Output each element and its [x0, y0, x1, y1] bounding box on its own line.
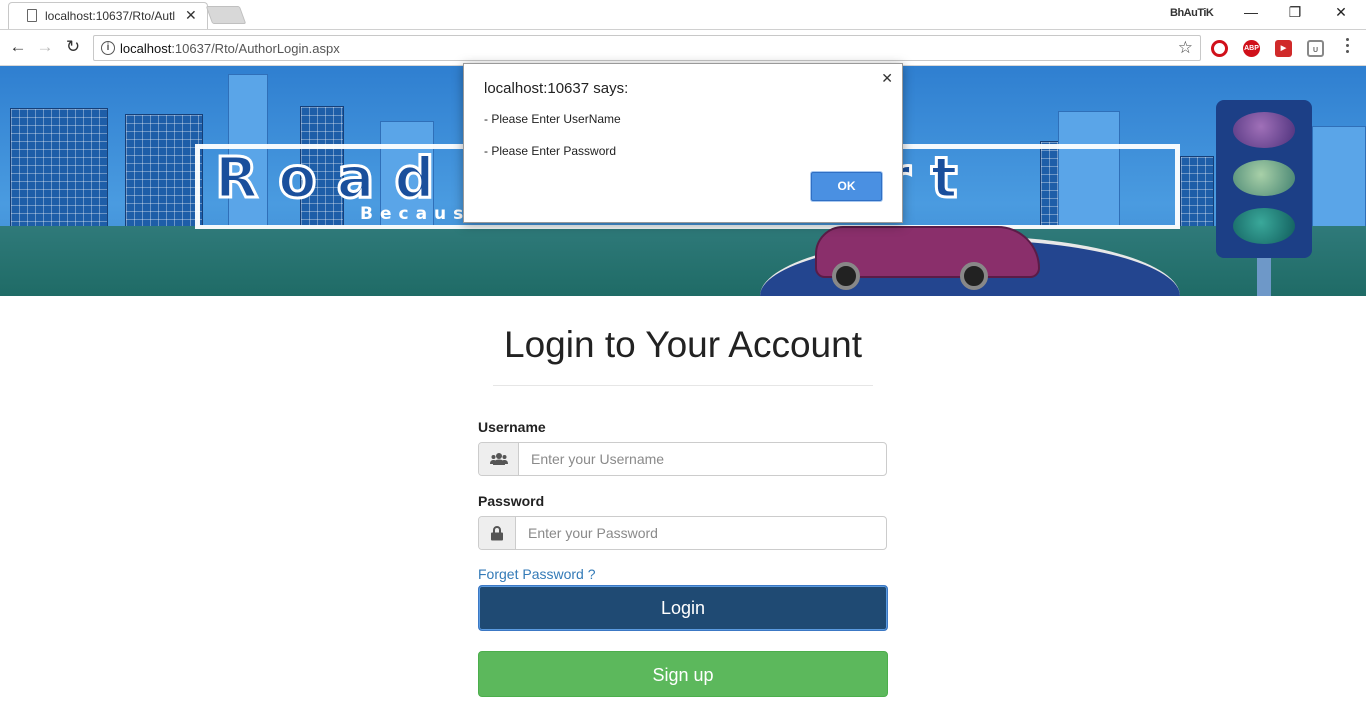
password-group [478, 516, 887, 550]
traffic-light [1216, 100, 1312, 258]
login-button[interactable]: Login [478, 585, 888, 631]
forward-icon[interactable]: → [34, 37, 56, 57]
page-icon [27, 9, 37, 22]
building [125, 114, 203, 238]
menu-icon[interactable] [1346, 38, 1350, 56]
username-group [478, 442, 887, 476]
username-label: Username [478, 419, 546, 435]
password-input[interactable] [516, 517, 886, 549]
password-label: Password [478, 493, 545, 509]
building [1312, 126, 1366, 238]
green-lamp [1233, 208, 1295, 244]
browser-tab[interactable]: localhost:10637/Rto/Autl ✕ [8, 2, 208, 29]
tab-strip: localhost:10637/Rto/Autl ✕ BhAuTiK — ❐ ✕ [0, 0, 1366, 29]
bookmark-star-icon[interactable]: ☆ [1178, 38, 1193, 58]
page-title: Login to Your Account [504, 324, 862, 365]
car-wheel [832, 262, 860, 290]
adblock-icon[interactable]: ABP [1243, 40, 1260, 57]
ok-button[interactable]: OK [811, 172, 882, 201]
dialog-title: localhost:10637 says: [484, 80, 629, 97]
building [10, 108, 108, 238]
close-window-icon[interactable]: ✕ [1326, 4, 1356, 21]
reload-icon[interactable]: ↻ [62, 37, 84, 57]
tab-title: localhost:10637/Rto/Autl [45, 9, 176, 23]
forget-password-link[interactable]: Forget Password ? [478, 566, 596, 582]
tab-close-icon[interactable]: ✕ [185, 7, 197, 24]
minimize-icon[interactable]: — [1236, 4, 1266, 20]
car-wheel [960, 262, 988, 290]
browser-toolbar: ← → ↻ i localhost:10637/Rto/AuthorLogin.… [0, 29, 1366, 66]
profile-name[interactable]: BhAuTiK [1170, 7, 1214, 19]
divider [493, 385, 873, 386]
restore-icon[interactable]: ❐ [1280, 4, 1310, 21]
dialog-message: - Please Enter UserName [484, 112, 621, 126]
amber-lamp [1233, 160, 1295, 196]
shield-extension-icon[interactable]: U [1307, 40, 1324, 57]
url-text[interactable]: localhost:10637/Rto/AuthorLogin.aspx [120, 41, 340, 56]
traffic-light-pole [1257, 258, 1271, 296]
new-tab-button[interactable] [205, 6, 247, 24]
users-icon [479, 443, 519, 475]
username-input[interactable] [519, 443, 886, 475]
signup-button[interactable]: Sign up [478, 651, 888, 697]
dialog-message: - Please Enter Password [484, 144, 617, 158]
dialog-close-icon[interactable]: ✕ [881, 70, 893, 87]
address-bar[interactable]: i localhost:10637/Rto/AuthorLogin.aspx ☆ [93, 35, 1201, 61]
red-lamp [1233, 112, 1295, 148]
alert-dialog: localhost:10637 says: ✕ - Please Enter U… [463, 63, 903, 223]
info-icon[interactable]: i [101, 41, 115, 55]
lock-icon [479, 517, 516, 549]
back-icon[interactable]: ← [7, 37, 29, 57]
media-extension-icon[interactable]: ▶ [1275, 40, 1292, 57]
opera-icon[interactable] [1211, 40, 1228, 57]
